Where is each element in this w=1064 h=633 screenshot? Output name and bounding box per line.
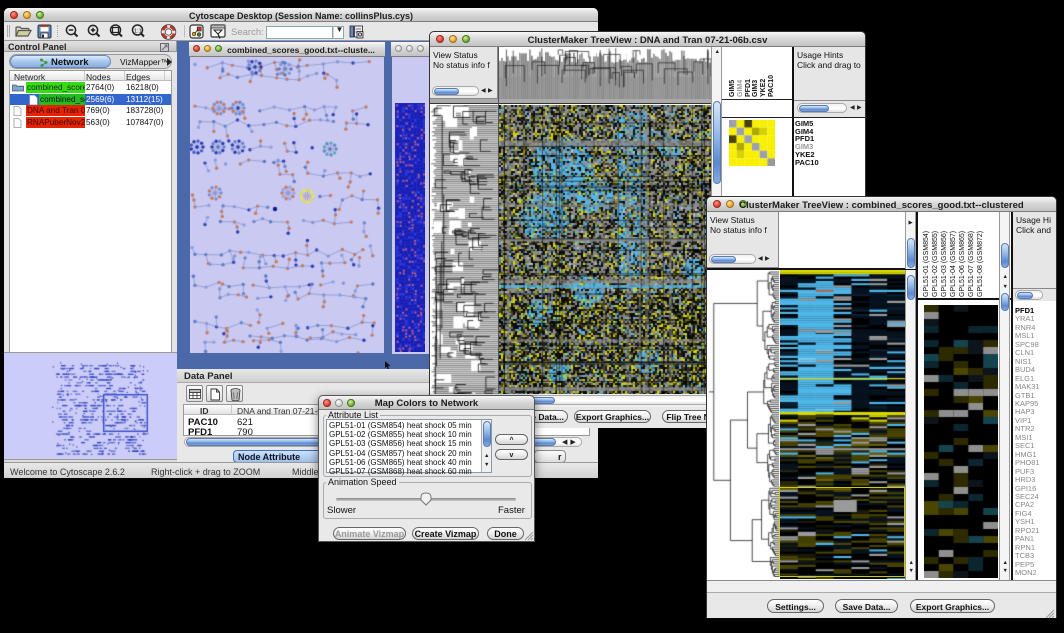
svg-text:1:1: 1:1 [134, 29, 142, 35]
